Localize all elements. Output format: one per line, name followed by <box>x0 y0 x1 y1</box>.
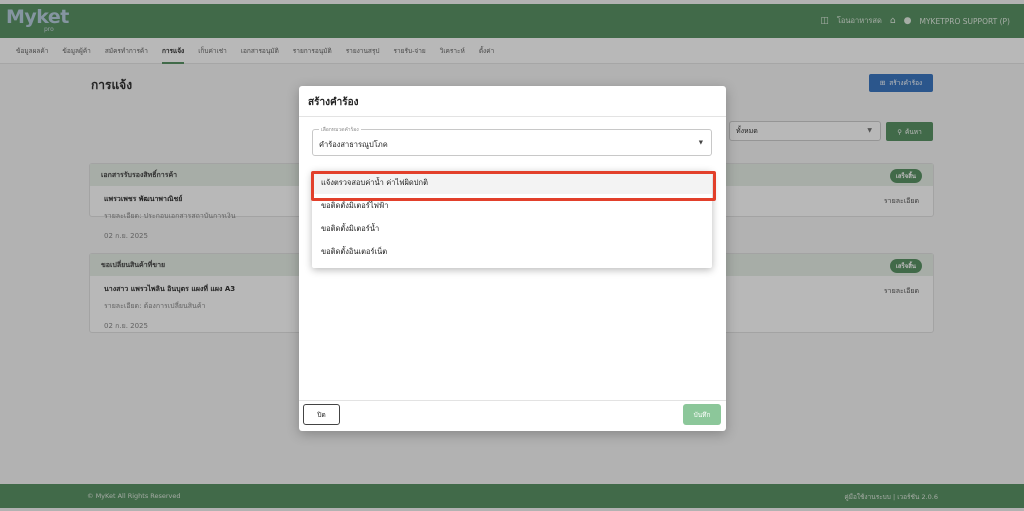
field-label: เลือกหมวดคำร้อง <box>319 126 361 134</box>
dropdown-option[interactable]: ขอติดตั้งมิเตอร์ไฟฟ้า <box>312 194 712 217</box>
modal-title: สร้างคำร้อง <box>308 97 359 108</box>
create-request-modal: สร้างคำร้อง เลือกหมวดคำร้อง คำร้องสาธารณ… <box>299 86 726 431</box>
divider <box>299 116 726 117</box>
close-button[interactable]: ปิด <box>303 404 340 425</box>
dropdown-option[interactable]: ขอติดตั้งมิเตอร์น้ำ <box>312 217 712 240</box>
dropdown-option[interactable]: แจ้งตรวจสอบค่าน้ำ ค่าไฟผิดปกติ <box>312 171 712 194</box>
app-frame: Myket pro ◫ โอนอาหารสด ⌂ ● MYKETPRO SUPP… <box>0 0 1024 511</box>
divider <box>299 400 726 401</box>
field-value: คำร้องสาธารณูปโภค <box>319 140 388 149</box>
dropdown-option[interactable]: ขอติดตั้งอินเตอร์เน็ต <box>312 240 712 263</box>
chevron-down-icon: ▼ <box>698 140 703 146</box>
save-button[interactable]: บันทึก <box>683 404 721 425</box>
request-type-dropdown: แจ้งตรวจสอบค่าน้ำ ค่าไฟผิดปกติ ขอติดตั้ง… <box>312 171 712 268</box>
request-category-select[interactable]: เลือกหมวดคำร้อง คำร้องสาธารณูปโภค ▼ <box>312 126 712 156</box>
